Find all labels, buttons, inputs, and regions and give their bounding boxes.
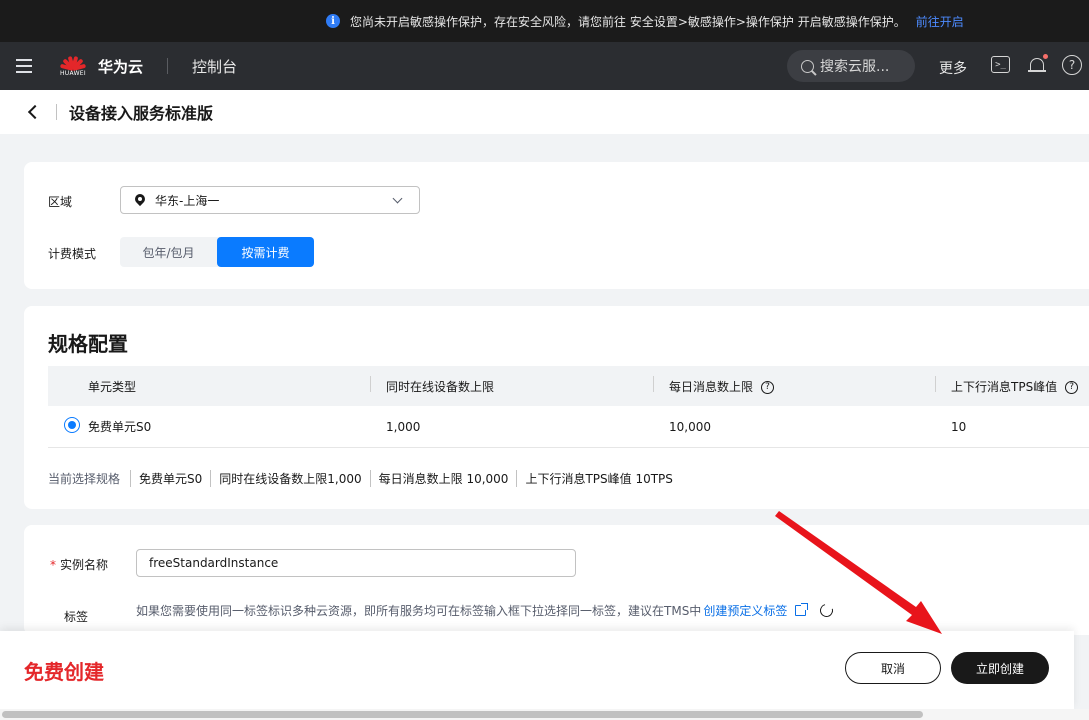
billing-option-ondemand[interactable]: 按需计费 — [217, 237, 314, 267]
search-placeholder: 搜索云服... — [820, 59, 890, 75]
summary-item: 上下行消息TPS峰值 10TPS — [516, 470, 680, 487]
col-daily-messages: 每日消息数上限? — [653, 375, 935, 395]
page-subheader: 设备接入服务标准版 — [0, 90, 1089, 134]
col-unit-type: 单元类型 — [88, 379, 137, 394]
basic-config-card: 区域 华东-上海一 计费模式 包年/包月 按需计费 — [24, 162, 1089, 289]
search-input[interactable]: 搜索云服... — [787, 50, 915, 82]
summary-item: 免费单元S0 — [130, 470, 210, 487]
more-menu[interactable]: 更多 — [939, 58, 967, 78]
chevron-down-icon — [392, 193, 403, 204]
help-icon[interactable]: ? — [1062, 55, 1082, 75]
col-daily-messages-label: 每日消息数上限 — [669, 379, 754, 394]
region-value: 华东-上海一 — [155, 193, 220, 208]
location-pin-icon — [135, 194, 145, 207]
scrollbar-thumb[interactable] — [2, 711, 923, 718]
horizontal-scrollbar[interactable] — [0, 709, 1089, 720]
footer-bar: 免费创建 取消 立即创建 — [0, 631, 1074, 709]
col-tps-peak: 上下行消息TPS峰值? — [935, 375, 1089, 395]
instance-name-input[interactable]: freeStandardInstance — [136, 549, 576, 577]
brand-name[interactable]: 华为云 — [98, 56, 143, 77]
terminal-icon[interactable]: >_ — [991, 56, 1010, 73]
back-icon[interactable] — [27, 104, 43, 120]
tag-hint: 如果您需要使用同一标签标识多种云资源，即所有服务均可在标签输入框下拉选择同一标签… — [136, 601, 836, 620]
external-link-icon[interactable] — [795, 603, 809, 616]
billing-mode-switch: 包年/包月 按需计费 — [120, 237, 314, 267]
refresh-icon[interactable] — [817, 601, 836, 620]
question-icon[interactable]: ? — [1065, 380, 1079, 394]
header-divider — [167, 58, 169, 74]
notice-text: 您尚未开启敏感操作保护，存在安全风险，请您前往 安全设置>敏感操作>操作保护 开… — [350, 14, 906, 29]
spec-config-card: 规格配置 单元类型 同时在线设备数上限 每日消息数上限? 上下行消息TPS峰值?… — [24, 306, 1089, 509]
summary-label: 当前选择规格 — [48, 472, 121, 486]
create-now-button[interactable]: 立即创建 — [951, 652, 1049, 684]
col-tps-peak-label: 上下行消息TPS峰值 — [951, 379, 1058, 394]
instance-name-label: * 实例名称 — [50, 556, 108, 573]
summary-item: 每日消息数上限 10,000 — [369, 470, 517, 487]
cancel-button[interactable]: 取消 — [845, 652, 941, 684]
spec-table-header: 单元类型 同时在线设备数上限 每日消息数上限? 上下行消息TPS峰值? — [48, 366, 1089, 406]
unit-radio-selected[interactable] — [64, 417, 80, 433]
menu-icon[interactable] — [0, 42, 48, 90]
subheader-divider — [56, 104, 57, 120]
huawei-logo[interactable]: HUAWEI — [58, 55, 88, 77]
free-create-label: 免费创建 — [24, 660, 104, 684]
tag-label: 标签 — [64, 610, 89, 624]
selected-spec-summary: 当前选择规格 免费单元S0 同时在线设备数上限1,000 每日消息数上限 10,… — [48, 470, 681, 487]
col-online-devices: 同时在线设备数上限 — [370, 375, 653, 395]
table-row[interactable]: 免费单元S0 1,000 10,000 10 — [48, 406, 1089, 448]
notice-enable-link[interactable]: 前往开启 — [916, 13, 964, 30]
tag-hint-text: 如果您需要使用同一标签标识多种云资源，即所有服务均可在标签输入框下拉选择同一标签… — [136, 604, 702, 618]
search-icon — [801, 59, 814, 73]
unit-type-value: 免费单元S0 — [88, 420, 152, 434]
console-link[interactable]: 控制台 — [192, 56, 237, 77]
spec-title: 规格配置 — [48, 332, 128, 356]
create-predefined-tag-link[interactable]: 创建预定义标签 — [703, 602, 787, 619]
page-title: 设备接入服务标准版 — [69, 104, 214, 123]
spec-table: 单元类型 同时在线设备数上限 每日消息数上限? 上下行消息TPS峰值? 免费单元… — [48, 366, 1089, 448]
instance-name-value: freeStandardInstance — [149, 556, 279, 570]
summary-item: 同时在线设备数上限1,000 — [210, 470, 369, 487]
top-header: HUAWEI 华为云 控制台 搜索云服... 更多 >_ ? — [0, 42, 1089, 90]
online-devices-value: 1,000 — [386, 419, 421, 434]
daily-messages-value: 10,000 — [669, 419, 711, 434]
region-label: 区域 — [48, 195, 73, 209]
instance-name-label-text: 实例名称 — [60, 558, 109, 572]
info-icon: i — [326, 14, 340, 28]
unit-type-cell: 免费单元S0 — [48, 417, 370, 435]
region-select[interactable]: 华东-上海一 — [120, 186, 420, 214]
billing-option-yearly[interactable]: 包年/包月 — [120, 237, 217, 267]
question-icon[interactable]: ? — [761, 380, 775, 394]
required-mark: * — [50, 558, 56, 572]
instance-config-card: * 实例名称 freeStandardInstance 标签 如果您需要使用同一标… — [24, 525, 1089, 635]
bell-icon[interactable] — [1028, 54, 1048, 75]
tps-peak-value: 10 — [951, 419, 967, 434]
billing-label: 计费模式 — [48, 247, 97, 261]
security-notice-bar: i 您尚未开启敏感操作保护，存在安全风险，请您前往 安全设置>敏感操作>操作保护… — [0, 0, 1089, 42]
